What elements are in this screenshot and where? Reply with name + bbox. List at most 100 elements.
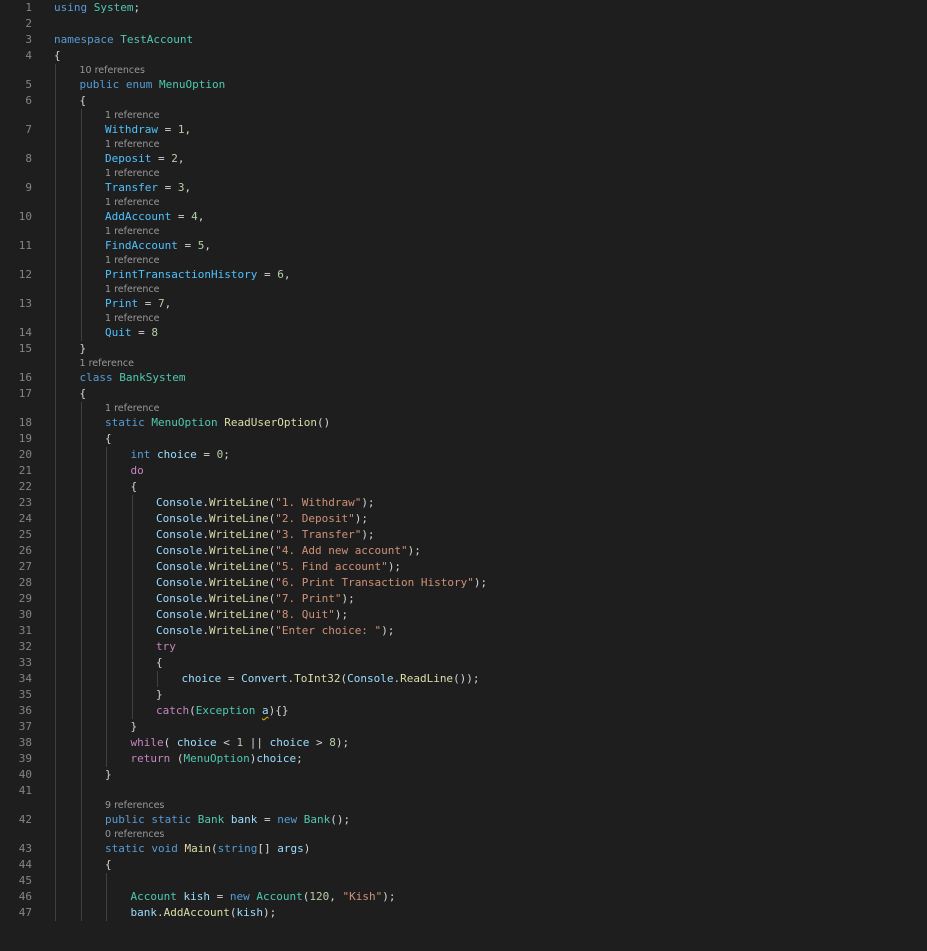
code-line[interactable]: 16 class BankSystem	[0, 370, 927, 386]
code-lens-text[interactable]: 1 reference	[80, 357, 134, 370]
code-lens-text[interactable]: 0 references	[105, 828, 164, 841]
code-lens-references[interactable]: 0 references	[0, 828, 927, 841]
code-line[interactable]: 34 choice = Convert.ToInt32(Console.ReadL…	[0, 671, 927, 687]
code-line[interactable]: 18 static MenuOption ReadUserOption()	[0, 415, 927, 431]
indent-guide	[106, 639, 107, 655]
code-token: Transfer	[105, 181, 158, 194]
code-line[interactable]: 36 catch(Exception a){}	[0, 703, 927, 719]
code-token: Account	[130, 890, 177, 903]
code-lens-text[interactable]: 1 reference	[105, 196, 159, 209]
code-lens-text[interactable]: 1 reference	[105, 254, 159, 267]
code-line[interactable]: 12 PrintTransactionHistory = 6,	[0, 267, 927, 283]
code-lens-references[interactable]: 1 reference	[0, 283, 927, 296]
code-lens-references[interactable]: 1 reference	[0, 138, 927, 151]
code-line[interactable]: 15}	[0, 341, 927, 357]
code-lens-references[interactable]: 9 references	[0, 799, 927, 812]
code-lens-text[interactable]: 1 reference	[105, 167, 159, 180]
code-line[interactable]: 13 Print = 7,	[0, 296, 927, 312]
code-lens-references[interactable]: 10 references	[0, 64, 927, 77]
code-lens-text[interactable]: 1 reference	[105, 138, 159, 151]
code-line[interactable]: 29 Console.WriteLine("7. Print");	[0, 591, 927, 607]
code-line[interactable]: 3 namespace TestAccount	[0, 32, 927, 48]
code-line[interactable]: 11 FindAccount = 5,	[0, 238, 927, 254]
indent-guide	[55, 431, 56, 447]
code-line[interactable]: 37}	[0, 719, 927, 735]
code-line[interactable]: 35}	[0, 687, 927, 703]
code-line[interactable]: 38 while( choice < 1 || choice > 8);	[0, 735, 927, 751]
code-lens-text[interactable]: 10 references	[80, 64, 145, 77]
code-line[interactable]: 8 Deposit = 2,	[0, 151, 927, 167]
indent-guide	[55, 828, 56, 841]
code-line[interactable]: 1 using System;	[0, 0, 927, 16]
code-line[interactable]: 25 Console.WriteLine("3. Transfer");	[0, 527, 927, 543]
code-line[interactable]: 21 do	[0, 463, 927, 479]
code-token: choice	[269, 736, 310, 749]
code-line[interactable]: 27 Console.WriteLine("5. Find account");	[0, 559, 927, 575]
code-token: =	[221, 672, 242, 685]
code-editor[interactable]: 1 using System; 2 3 namespace TestAccount 4{1…	[0, 0, 927, 951]
code-line[interactable]: 43 static void Main(string[] args)	[0, 841, 927, 857]
code-line[interactable]: 6{	[0, 93, 927, 109]
code-lens-references[interactable]: 1 reference	[0, 196, 927, 209]
code-line[interactable]: 41	[0, 783, 927, 799]
code-line[interactable]: 10 AddAccount = 4,	[0, 209, 927, 225]
code-lens-text[interactable]: 1 reference	[105, 283, 159, 296]
indent-guide	[55, 312, 56, 325]
code-token: Convert	[241, 672, 288, 685]
code-lens-text[interactable]: 1 reference	[105, 109, 159, 122]
code-lens-text[interactable]: 9 references	[105, 799, 164, 812]
code-line[interactable]: 26 Console.WriteLine("4. Add new account"…	[0, 543, 927, 559]
code-line[interactable]: 47 bank.AddAccount(kish);	[0, 905, 927, 921]
code-line[interactable]: 24 Console.WriteLine("2. Deposit");	[0, 511, 927, 527]
code-line[interactable]: 31 Console.WriteLine("Enter choice: ");	[0, 623, 927, 639]
code-line[interactable]: 14 Quit = 8	[0, 325, 927, 341]
code-text: try	[156, 639, 176, 655]
code-token: );	[387, 560, 402, 573]
indent-guide	[106, 671, 107, 687]
code-lens-references[interactable]: 1 reference	[0, 402, 927, 415]
code-token: <	[216, 736, 237, 749]
code-lens-text[interactable]: 1 reference	[105, 402, 159, 415]
code-line[interactable]: 5 public enum MenuOption	[0, 77, 927, 93]
code-line[interactable]: 33 {	[0, 655, 927, 671]
code-line[interactable]: 42 public static Bank bank = new Bank();	[0, 812, 927, 828]
indent-guide	[80, 312, 82, 325]
code-line[interactable]: 9 Transfer = 3,	[0, 180, 927, 196]
code-token: []	[257, 842, 278, 855]
code-line[interactable]: 32 try	[0, 639, 927, 655]
code-line[interactable]: 30 Console.WriteLine("8. Quit");	[0, 607, 927, 623]
code-lens-references[interactable]: 1 reference	[0, 312, 927, 325]
code-line[interactable]: 4{	[0, 48, 927, 64]
code-line[interactable]: 46 Account kish = new Account(120, "Kish"…	[0, 889, 927, 905]
code-line[interactable]: 44 {	[0, 857, 927, 873]
code-text: static void Main(string[] args)	[105, 841, 310, 857]
code-line[interactable]: 17 {	[0, 386, 927, 402]
indent-guide	[106, 607, 107, 623]
code-lens-text[interactable]: 1 reference	[105, 225, 159, 238]
code-lens-references[interactable]: 1 reference	[0, 167, 927, 180]
code-line[interactable]: 23 Console.WriteLine("1. Withdraw");	[0, 495, 927, 511]
code-line[interactable]: 45	[0, 873, 927, 889]
code-line[interactable]: 39 return (MenuOption)choice;	[0, 751, 927, 767]
code-lens-references[interactable]: 1 reference	[0, 109, 927, 122]
line-number: 1	[25, 1, 32, 14]
code-lens-text[interactable]: 1 reference	[105, 312, 159, 325]
indent-guide	[55, 283, 56, 296]
line-number: 28	[18, 576, 32, 589]
line-number: 32	[18, 640, 32, 653]
code-lens-references[interactable]: 1 reference	[0, 357, 927, 370]
code-token: PrintTransactionHistory	[105, 268, 258, 281]
code-token: static	[105, 842, 145, 855]
code-line[interactable]: 19 {	[0, 431, 927, 447]
code-token: "4. Add new account"	[275, 544, 408, 557]
code-line[interactable]: 22 {	[0, 479, 927, 495]
indent-guide	[80, 857, 82, 873]
code-line[interactable]: 20 int choice = 0;	[0, 447, 927, 463]
code-line[interactable]: 40}	[0, 767, 927, 783]
code-lens-references[interactable]: 1 reference	[0, 254, 927, 267]
code-token: MenuOption	[159, 78, 226, 91]
code-line[interactable]: 7 Withdraw = 1,	[0, 122, 927, 138]
code-line[interactable]: 2	[0, 16, 927, 32]
code-lens-references[interactable]: 1 reference	[0, 225, 927, 238]
code-line[interactable]: 28 Console.WriteLine("6. Print Transactio…	[0, 575, 927, 591]
